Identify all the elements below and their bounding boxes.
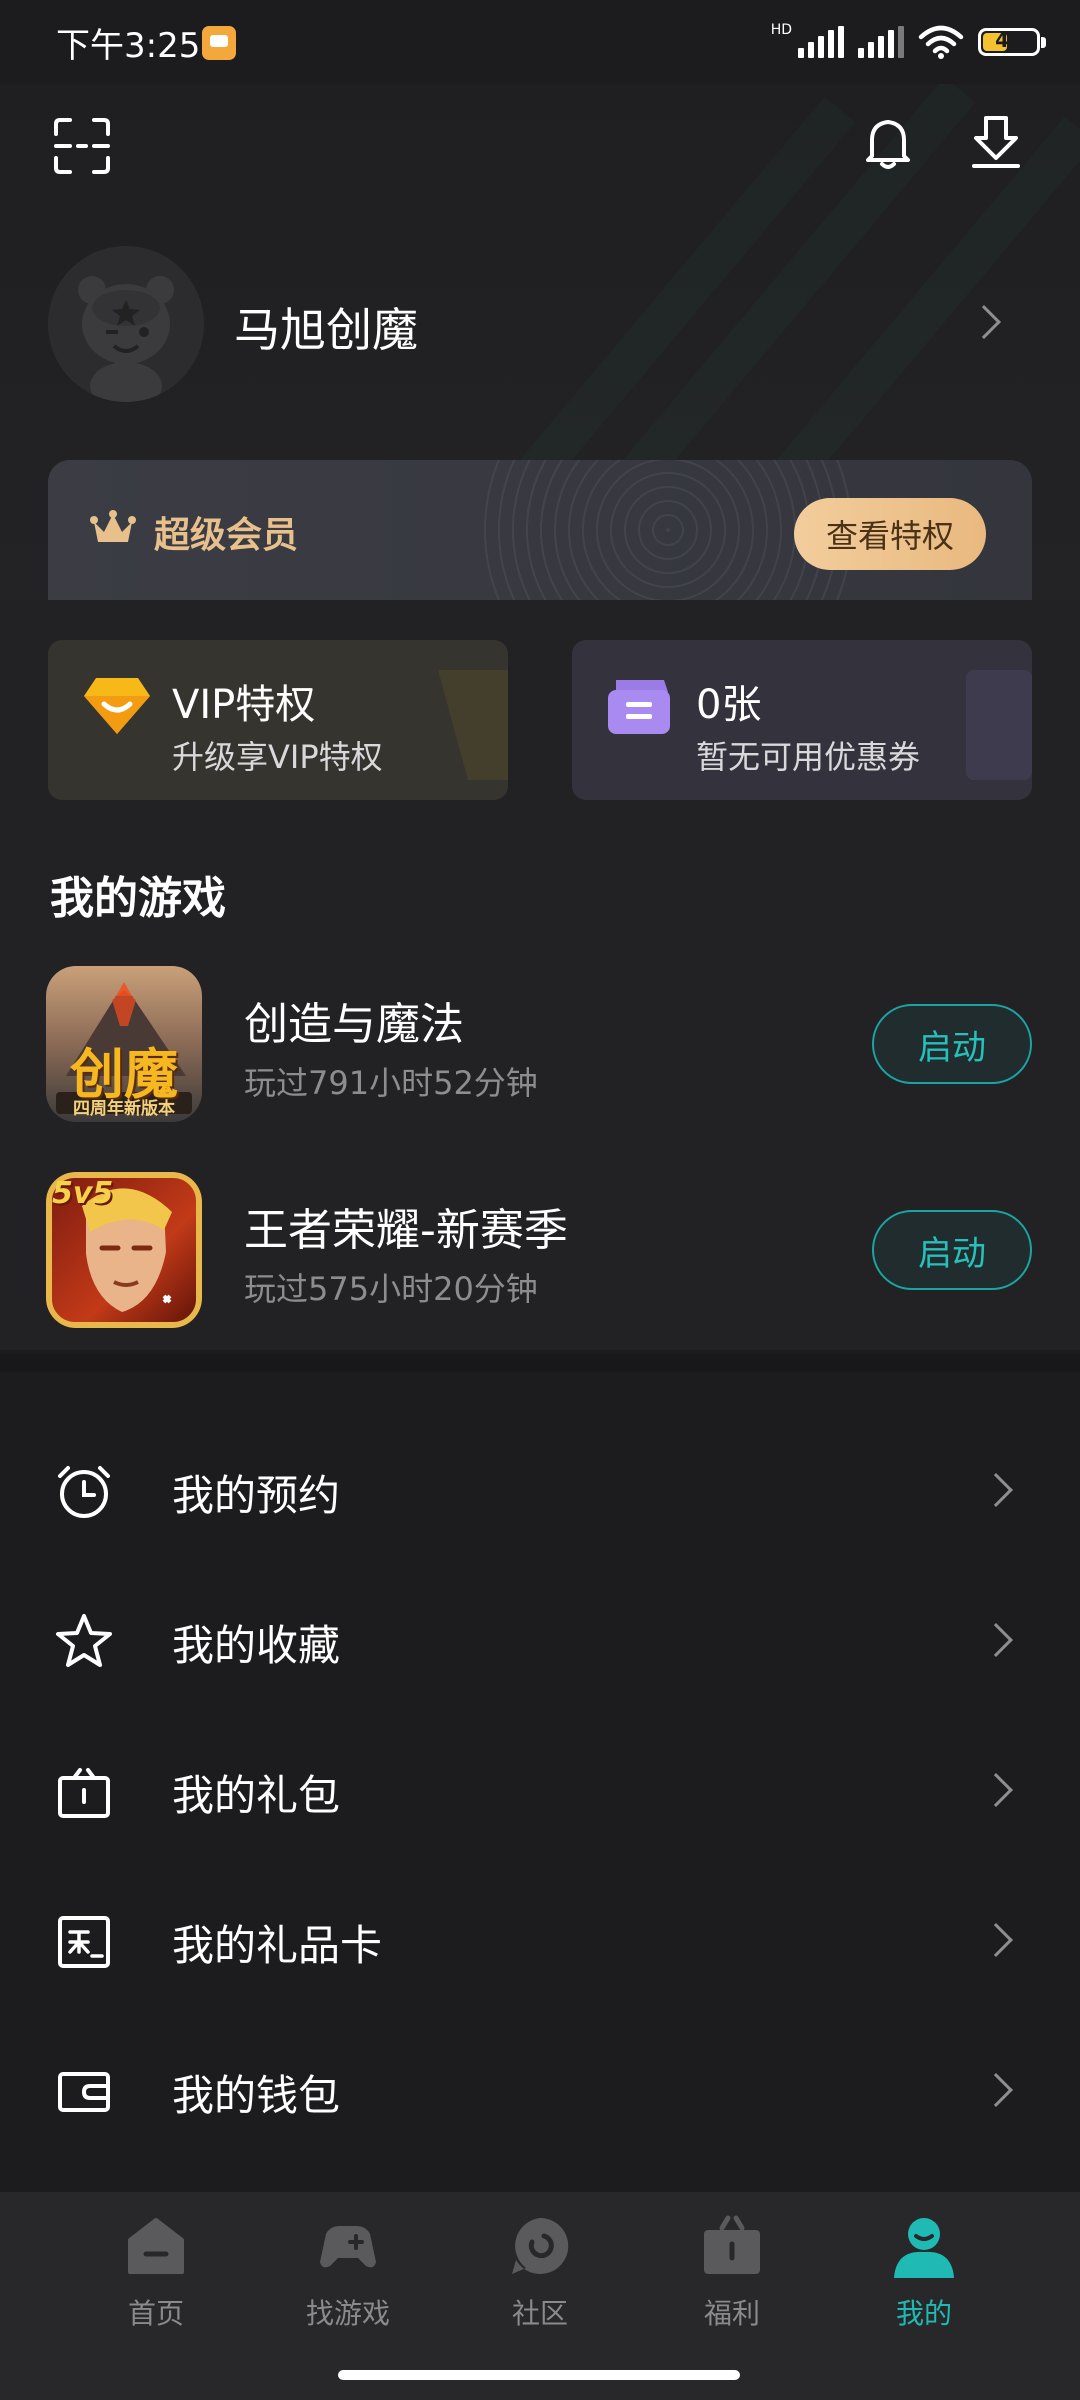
menu-label: 我的预约 bbox=[172, 1471, 341, 1520]
my-games-title: 我的游戏 bbox=[50, 873, 226, 924]
chevron-right-icon bbox=[979, 1923, 1013, 1957]
launch-button[interactable]: 启动 bbox=[872, 1004, 1032, 1084]
tab-benefits[interactable]: 福利 bbox=[662, 2214, 802, 2334]
vip-privilege-card[interactable]: VIP特权 升级享VIP特权 bbox=[48, 640, 508, 800]
chevron-right-icon bbox=[979, 2073, 1013, 2107]
launch-button[interactable]: 启动 bbox=[872, 1210, 1032, 1290]
tab-find-games[interactable]: 找游戏 bbox=[278, 2214, 418, 2334]
game-icon-wangzhe[interactable]: 5v5 bbox=[46, 1172, 202, 1328]
gift-card-icon bbox=[58, 1916, 110, 1968]
crown-icon bbox=[90, 510, 136, 542]
decor-diamond bbox=[438, 670, 508, 780]
download-icon[interactable] bbox=[966, 112, 1026, 172]
menu-my-gift-packs[interactable]: 我的礼包 bbox=[0, 1712, 1080, 1862]
hd-indicator: HD bbox=[770, 22, 792, 38]
tab-community[interactable]: 社区 bbox=[470, 2214, 610, 2334]
tab-mine[interactable]: 我的 bbox=[854, 2214, 994, 2334]
menu-label: 我的礼品卡 bbox=[172, 1921, 383, 1970]
chevron-right-icon bbox=[979, 1623, 1013, 1657]
section-divider bbox=[0, 1354, 1080, 1372]
menu-label: 我的礼包 bbox=[172, 1771, 341, 1820]
tab-label: 福利 bbox=[703, 2297, 760, 2330]
vip-title: 超级会员 bbox=[154, 515, 299, 556]
chevron-right-icon bbox=[979, 1773, 1013, 1807]
status-indicators: HD 47 bbox=[770, 22, 1046, 62]
alarm-clock-icon bbox=[58, 1466, 110, 1518]
tab-label: 找游戏 bbox=[305, 2297, 390, 2330]
bottom-tab-bar: 首页 找游戏 社区 福利 我的 bbox=[0, 2192, 1080, 2400]
tab-home[interactable]: 首页 bbox=[86, 2214, 226, 2334]
menu-my-favorites[interactable]: 我的收藏 bbox=[0, 1562, 1080, 1712]
scan-icon[interactable] bbox=[52, 116, 112, 176]
menu-my-gift-cards[interactable]: 我的礼品卡 bbox=[0, 1862, 1080, 2012]
tab-label: 社区 bbox=[511, 2297, 568, 2330]
status-time: 下午3:25 bbox=[56, 26, 201, 66]
game-icon-text: 5v5 bbox=[52, 1176, 114, 1211]
game-name[interactable]: 王者荣耀-新赛季 bbox=[244, 1194, 568, 1258]
menu-label: 我的收藏 bbox=[172, 1621, 341, 1670]
menu-my-wallet[interactable]: 我的钱包 bbox=[0, 2012, 1080, 2162]
wallet-icon bbox=[58, 2072, 110, 2112]
vip-card-title: VIP特权 bbox=[172, 682, 316, 728]
bell-icon[interactable] bbox=[858, 112, 918, 172]
game-playtime: 玩过575小时20分钟 bbox=[244, 1270, 538, 1308]
decor-coupon bbox=[966, 670, 1032, 780]
tab-label: 首页 bbox=[127, 2297, 184, 2330]
signal-icon bbox=[798, 26, 844, 58]
battery-percent: 47 bbox=[995, 28, 1023, 52]
notification-icon bbox=[202, 26, 236, 60]
home-icon bbox=[128, 2218, 184, 2274]
coupon-card[interactable]: 0张 暂无可用优惠券 bbox=[572, 640, 1032, 800]
diamond-icon bbox=[84, 678, 150, 734]
menu-my-reservations[interactable]: 我的预约 bbox=[0, 1412, 1080, 1562]
tab-label: 我的 bbox=[895, 2297, 952, 2330]
menu-label: 我的钱包 bbox=[172, 2071, 341, 2120]
gift-icon bbox=[704, 2215, 760, 2274]
coupon-subtitle: 暂无可用优惠券 bbox=[696, 738, 921, 776]
profile-icon bbox=[894, 2218, 954, 2278]
home-indicator[interactable] bbox=[338, 2370, 740, 2380]
status-bar: 下午3:25 HD 47 bbox=[0, 0, 1080, 84]
gift-box-icon bbox=[58, 1768, 110, 1818]
username[interactable]: 马旭创魔 bbox=[234, 294, 418, 360]
coupon-count: 0张 bbox=[696, 682, 762, 728]
star-icon bbox=[56, 1614, 112, 1667]
gamepad-icon bbox=[320, 2226, 376, 2268]
community-icon bbox=[512, 2217, 569, 2274]
vip-card-subtitle: 升级享VIP特权 bbox=[172, 738, 383, 776]
game-playtime: 玩过791小时52分钟 bbox=[244, 1064, 538, 1102]
chevron-right-icon bbox=[979, 1473, 1013, 1507]
wifi-icon bbox=[918, 25, 964, 59]
avatar[interactable] bbox=[48, 246, 204, 402]
game-icon-chuangmo[interactable]: 创魔 四周年新版本 bbox=[46, 966, 202, 1122]
avatar-image bbox=[48, 246, 204, 402]
game-icon-caption: 四周年新版本 bbox=[73, 1099, 175, 1119]
battery-icon: 47 bbox=[978, 28, 1046, 56]
coupon-icon bbox=[608, 680, 670, 734]
game-name[interactable]: 创造与魔法 bbox=[244, 988, 464, 1052]
view-privileges-button[interactable]: 查看特权 bbox=[794, 498, 986, 570]
super-vip-banner[interactable]: 超级会员 查看特权 bbox=[48, 460, 1032, 600]
signal-icon-2 bbox=[858, 26, 904, 58]
